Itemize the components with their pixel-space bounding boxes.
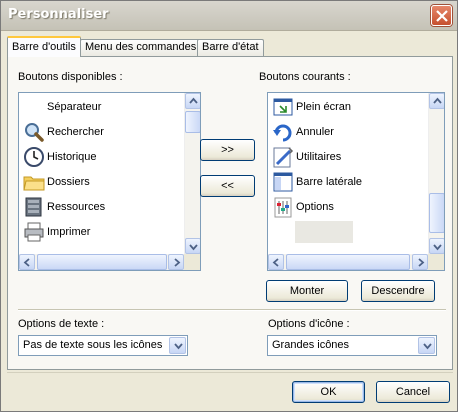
list-item[interactable]: Rechercher xyxy=(19,120,200,145)
list-item[interactable]: Options xyxy=(268,195,444,220)
title-bar[interactable]: Personnaliser xyxy=(1,1,457,31)
text-options-select[interactable]: Pas de texte sous les icônes xyxy=(18,335,188,356)
list-item[interactable]: Séparateur xyxy=(19,95,200,120)
close-button[interactable] xyxy=(431,5,452,26)
item-label: Séparateur xyxy=(47,101,102,113)
scroll-corner xyxy=(184,254,200,270)
scroll-down-button[interactable] xyxy=(429,238,444,254)
scroll-thumb[interactable] xyxy=(286,254,410,270)
available-horizontal-scrollbar[interactable] xyxy=(19,254,184,270)
ok-button[interactable]: OK xyxy=(292,381,365,403)
current-horizontal-scrollbar[interactable] xyxy=(268,254,428,270)
list-item[interactable]: Ressources xyxy=(19,195,200,220)
footer-divider xyxy=(7,372,453,373)
printer-icon xyxy=(23,221,45,243)
tools-icon xyxy=(272,146,294,168)
text-options-value: Pas de texte sous les icônes xyxy=(23,339,163,351)
separator-slot xyxy=(295,221,353,243)
scroll-corner xyxy=(428,254,444,270)
separator-icon xyxy=(23,96,45,118)
scroll-up-button[interactable] xyxy=(185,93,200,109)
arrow-right-icon xyxy=(418,258,425,267)
arrow-down-icon xyxy=(433,244,442,251)
item-label: Historique xyxy=(47,151,97,163)
arrow-left-icon xyxy=(272,258,279,267)
folders-icon xyxy=(23,171,45,193)
move-down-button[interactable]: Descendre xyxy=(361,280,435,302)
available-buttons-list[interactable]: Séparateur Rechercher Historique Dossier… xyxy=(18,92,201,271)
tab-label: Menu des commandes xyxy=(85,41,197,53)
dropdown-button[interactable] xyxy=(169,337,186,354)
arrow-down-icon xyxy=(189,244,198,251)
icon-options-select[interactable]: Grandes icônes xyxy=(267,335,437,356)
scroll-down-button[interactable] xyxy=(185,238,200,254)
scroll-up-button[interactable] xyxy=(429,93,444,109)
close-icon xyxy=(436,10,448,22)
section-divider xyxy=(18,309,446,311)
item-label: Options xyxy=(296,201,334,213)
remove-button[interactable]: << xyxy=(200,175,255,197)
chevron-down-icon xyxy=(174,343,183,350)
scroll-thumb[interactable] xyxy=(37,254,167,270)
arrow-up-icon xyxy=(433,97,442,104)
window-title: Personnaliser xyxy=(8,7,109,22)
scroll-right-button[interactable] xyxy=(412,254,428,270)
toolbar-tab-panel: Boutons disponibles : Boutons courants :… xyxy=(7,56,453,370)
item-label: Barre latérale xyxy=(296,176,363,188)
scroll-left-button[interactable] xyxy=(19,254,35,270)
icon-options-value: Grandes icônes xyxy=(272,339,350,351)
list-item[interactable]: Barre latérale xyxy=(268,170,444,195)
item-label: Ressources xyxy=(47,201,106,213)
current-buttons-list[interactable]: Plein écran Annuler Utilitaires Barre la… xyxy=(267,92,445,271)
scroll-thumb[interactable] xyxy=(429,193,444,233)
available-buttons-label: Boutons disponibles : xyxy=(18,71,123,83)
scroll-right-button[interactable] xyxy=(168,254,184,270)
tab-status-bar[interactable]: Barre d'état xyxy=(197,39,264,56)
resources-icon xyxy=(23,196,45,218)
undo-icon xyxy=(272,121,294,143)
tab-label: Barre d'outils xyxy=(12,41,76,53)
tab-command-menu[interactable]: Menu des commandes xyxy=(80,39,202,56)
list-item[interactable]: Plein écran xyxy=(268,95,444,120)
text-options-label: Options de texte : xyxy=(18,318,105,330)
scroll-thumb[interactable] xyxy=(185,111,200,133)
options-icon xyxy=(272,196,294,218)
arrow-up-icon xyxy=(189,97,198,104)
icon-options-label: Options d'icône : xyxy=(268,318,350,330)
list-item[interactable]: Utilitaires xyxy=(268,145,444,170)
current-buttons-label: Boutons courants : xyxy=(259,71,351,83)
tab-label: Barre d'état xyxy=(202,41,259,53)
item-label: Annuler xyxy=(296,126,334,138)
item-label: Utilitaires xyxy=(296,151,342,163)
customize-dialog: Personnaliser Barre d'outils Menu des co… xyxy=(0,0,458,412)
search-icon xyxy=(23,121,45,143)
list-item[interactable]: Historique xyxy=(19,145,200,170)
tab-toolbar[interactable]: Barre d'outils xyxy=(7,36,81,57)
arrow-right-icon xyxy=(174,258,181,267)
move-up-button[interactable]: Monter xyxy=(266,280,348,302)
sidebar-icon xyxy=(272,171,294,193)
arrow-left-icon xyxy=(23,258,30,267)
scroll-left-button[interactable] xyxy=(268,254,284,270)
history-clock-icon xyxy=(23,146,45,168)
list-item[interactable]: Annuler xyxy=(268,120,444,145)
item-label: Dossiers xyxy=(47,176,90,188)
fullscreen-icon xyxy=(272,96,294,118)
list-item[interactable]: Imprimer xyxy=(19,220,200,245)
item-label: Imprimer xyxy=(47,226,91,238)
chevron-down-icon xyxy=(423,343,432,350)
list-item[interactable]: Dossiers xyxy=(19,170,200,195)
dropdown-button[interactable] xyxy=(418,337,435,354)
available-vertical-scrollbar[interactable] xyxy=(184,93,200,254)
item-label: Rechercher xyxy=(47,126,104,138)
item-label: Plein écran xyxy=(296,101,352,113)
add-button[interactable]: >> xyxy=(200,139,255,161)
current-vertical-scrollbar[interactable] xyxy=(428,93,444,254)
cancel-button[interactable]: Cancel xyxy=(376,381,450,403)
